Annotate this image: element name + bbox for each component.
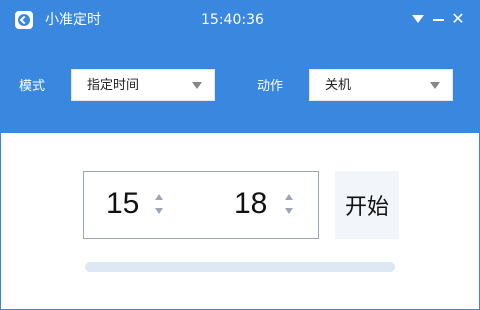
dropdown-icon[interactable] bbox=[410, 10, 426, 28]
chevron-down-icon bbox=[192, 82, 202, 89]
minute-input[interactable]: 18 bbox=[234, 184, 267, 224]
minimize-icon[interactable] bbox=[430, 10, 446, 28]
hour-stepper[interactable] bbox=[154, 194, 166, 216]
progress-bar bbox=[85, 262, 395, 272]
chevron-down-icon bbox=[430, 82, 440, 89]
time-picker: 15 18 bbox=[83, 171, 319, 239]
decrement-icon[interactable] bbox=[285, 208, 293, 214]
settings-bar: 模式 指定时间 动作 关机 bbox=[1, 37, 479, 133]
hour-input[interactable]: 15 bbox=[106, 184, 139, 224]
minute-stepper[interactable] bbox=[284, 194, 296, 216]
app-title: 小准定时 bbox=[45, 12, 101, 28]
app-window: 小准定时 15:40:36 ✕ 模式 指定时间 动作 关机 15 18 开始 bbox=[0, 0, 480, 310]
decrement-icon[interactable] bbox=[155, 208, 163, 214]
mode-select-value: 指定时间 bbox=[87, 78, 140, 93]
action-label: 动作 bbox=[257, 79, 284, 94]
current-time: 15:40:36 bbox=[201, 12, 264, 28]
mode-label: 模式 bbox=[19, 79, 46, 94]
title-bar[interactable]: 小准定时 15:40:36 ✕ bbox=[1, 1, 479, 37]
increment-icon[interactable] bbox=[155, 194, 163, 200]
start-button[interactable]: 开始 bbox=[335, 171, 399, 239]
action-select-value: 关机 bbox=[325, 78, 352, 93]
mode-select[interactable]: 指定时间 bbox=[71, 69, 215, 101]
app-logo-icon bbox=[15, 11, 33, 29]
close-icon[interactable]: ✕ bbox=[450, 10, 466, 28]
action-select[interactable]: 关机 bbox=[309, 69, 453, 101]
increment-icon[interactable] bbox=[285, 194, 293, 200]
